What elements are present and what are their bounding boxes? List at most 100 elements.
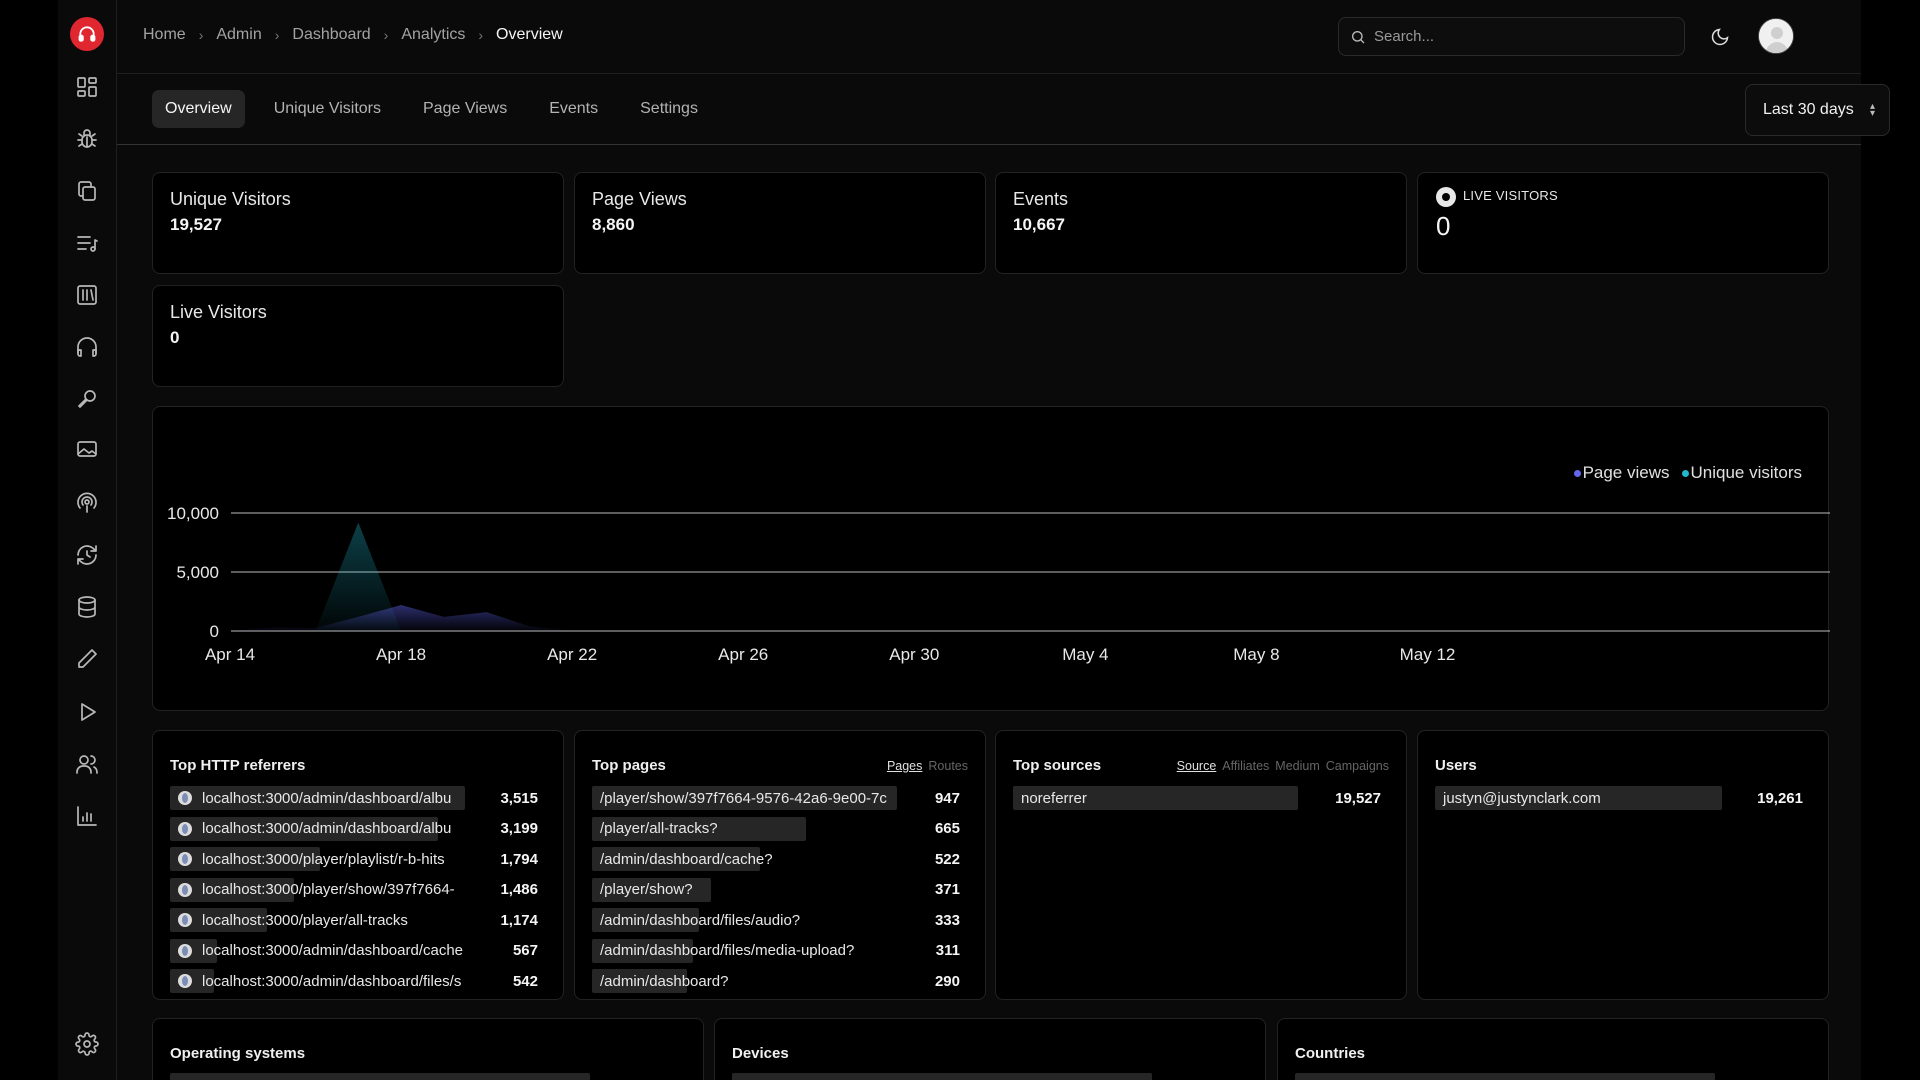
breadcrumb-dashboard[interactable]: Dashboard <box>292 26 370 44</box>
library-icon[interactable] <box>72 280 102 310</box>
breadcrumb-admin[interactable]: Admin <box>216 26 261 44</box>
chevron-right-icon: › <box>198 27 204 43</box>
list-item[interactable]: localhost:3000/player/playlist/r-b-hits 1… <box>170 844 546 875</box>
list-item[interactable]: /player/show? 371 <box>592 875 968 906</box>
list-item-label: localhost:3000/admin/dashboard/files/s <box>170 973 461 990</box>
list-item[interactable]: localhost:3000/admin/dashboard/albu 3,199 <box>170 814 546 845</box>
date-range-value: Last 30 days <box>1763 101 1854 118</box>
card-title: Top sources <box>1013 757 1102 774</box>
list-item-label: localhost:3000/player/all-tracks <box>170 912 408 929</box>
list-item[interactable]: localhost:3000/player/all-tracks 1,174 <box>170 905 546 936</box>
database-icon[interactable] <box>72 592 102 622</box>
breadcrumb-analytics[interactable]: Analytics <box>401 26 465 44</box>
tab-campaigns[interactable]: Campaigns <box>1326 759 1389 773</box>
headphones-logo-icon[interactable] <box>70 17 104 51</box>
breadcrumb-home[interactable]: Home <box>143 26 186 44</box>
tab-source[interactable]: Source <box>1177 759 1217 773</box>
list-item-count: 522 <box>934 850 960 868</box>
tab-routes[interactable]: Routes <box>928 759 968 773</box>
devices-card: Devices <box>714 1018 1266 1080</box>
list-item[interactable]: localhost:3000/admin/dashboard/cache 567 <box>170 936 546 967</box>
copy-icon[interactable] <box>72 176 102 206</box>
image-icon[interactable] <box>72 434 102 464</box>
bug-icon[interactable] <box>72 124 102 154</box>
list-item-text: localhost:3000/admin/dashboard/files/s <box>202 972 462 990</box>
play-icon[interactable] <box>72 697 102 727</box>
list-item[interactable]: /admin/dashboard? 290 <box>592 966 968 997</box>
playlist-icon[interactable] <box>72 228 102 258</box>
chevron-up-down-icon: ▴ ▾ <box>1869 101 1875 119</box>
search-box[interactable] <box>1338 17 1685 56</box>
globe-icon <box>178 974 192 989</box>
tab-affiliates[interactable]: Affiliates <box>1222 759 1269 773</box>
list-item-text: localhost:3000/admin/dashboard/albu <box>202 820 452 838</box>
refresh-icon[interactable] <box>72 540 102 570</box>
list-item-count: 19,527 <box>1335 789 1381 807</box>
pencil-icon[interactable] <box>72 644 102 674</box>
traffic-area-chart: 10,000 5,000 0 Apr 14 Apr 18 Apr 22 Apr 26 Apr … <box>167 504 1830 664</box>
date-range-select[interactable]: Last 30 days ▴ ▾ <box>1745 84 1890 136</box>
podcast-icon[interactable] <box>72 488 102 518</box>
bar-chart-icon[interactable] <box>72 801 102 831</box>
list-item[interactable]: /player/all-tracks? 665 <box>592 814 968 845</box>
tab-overview[interactable]: Overview <box>152 90 245 128</box>
list-item[interactable]: localhost:3000/admin/dashboard/files/s 54… <box>170 966 546 997</box>
card-title: Top pages <box>592 757 666 774</box>
microphone-icon[interactable] <box>72 384 102 414</box>
list-item-text: localhost:3000/player/show/397f7664- <box>202 881 455 899</box>
stat-card-live-visitors: Live Visitors 0 <box>152 285 564 387</box>
card-title: Users <box>1435 757 1477 774</box>
list-item[interactable]: localhost:3000/admin/dashboard/albu 3,515 <box>170 783 546 814</box>
list-item-label: /admin/dashboard/files/audio? <box>592 912 800 929</box>
search-icon <box>1352 30 1365 43</box>
list-item-text: /admin/dashboard/files/audio? <box>600 911 801 929</box>
theme-toggle-button[interactable] <box>1707 24 1733 50</box>
tab-page-views[interactable]: Page Views <box>410 90 520 128</box>
settings-gear-icon[interactable] <box>72 1029 102 1059</box>
dashboard-grid-icon[interactable] <box>72 72 102 102</box>
list-item-text: /player/all-tracks? <box>600 820 718 838</box>
list-item-label: /player/show/397f7664-9576-42a6-9e00-7c <box>592 790 887 807</box>
stat-card-events: Events 10,667 <box>995 172 1407 274</box>
list-item[interactable]: noreferrer 19,527 <box>1013 783 1389 814</box>
list-item[interactable]: /admin/dashboard/files/media-upload? 311 <box>592 936 968 967</box>
area-series-page-views <box>230 605 1556 631</box>
list-item-label: justyn@justynclark.com <box>1435 790 1601 807</box>
list-item-text: justyn@justynclark.com <box>1443 789 1601 807</box>
sidebar <box>58 0 117 1080</box>
countries-card: Countries <box>1277 1018 1829 1080</box>
tabs: Overview Unique Visitors Page Views Even… <box>152 90 719 128</box>
list-item-label: /admin/dashboard? <box>592 973 728 990</box>
list-item[interactable]: /admin/dashboard/files/audio? 333 <box>592 905 968 936</box>
users-icon[interactable] <box>72 749 102 779</box>
globe-icon <box>178 913 192 928</box>
search-input[interactable] <box>1374 28 1674 45</box>
stat-label: Unique Visitors <box>170 189 291 209</box>
list-item-count: 3,515 <box>500 789 538 807</box>
topbar: Home › Admin › Dashboard › Analytics › O… <box>117 0 1861 74</box>
avatar[interactable] <box>1758 18 1794 54</box>
list-item[interactable]: /admin/dashboard/cache? 522 <box>592 844 968 875</box>
list-item[interactable]: justyn@justynclark.com 19,261 <box>1435 783 1811 814</box>
x-tick-label: Apr 18 <box>376 645 426 664</box>
headphones-icon[interactable] <box>72 332 102 362</box>
list-item-label: localhost:3000/admin/dashboard/albu <box>170 790 451 807</box>
stat-value: 19,527 <box>170 215 222 234</box>
tab-events[interactable]: Events <box>536 90 611 128</box>
top-sources-card: Top sources Source Affiliates Medium Cam… <box>995 730 1407 1000</box>
stat-value: 0 <box>170 328 180 347</box>
breadcrumb-overview: Overview <box>496 26 563 43</box>
tab-settings[interactable]: Settings <box>627 90 711 128</box>
tab-unique-visitors[interactable]: Unique Visitors <box>261 90 394 128</box>
list-item[interactable]: localhost:3000/player/show/397f7664- 1,48… <box>170 875 546 906</box>
breadcrumb: Home › Admin › Dashboard › Analytics › O… <box>143 26 563 44</box>
list-item-count: 1,486 <box>500 881 538 899</box>
list-item-text: localhost:3000/player/all-tracks <box>202 911 408 929</box>
tab-pages[interactable]: Pages <box>887 759 922 773</box>
list-item[interactable]: /player/show/397f7664-9576-42a6-9e00-7c 9… <box>592 783 968 814</box>
tab-medium[interactable]: Medium <box>1275 759 1319 773</box>
globe-icon <box>178 852 192 867</box>
app-window: Home › Admin › Dashboard › Analytics › O… <box>58 0 1890 1080</box>
list-item-label: localhost:3000/admin/dashboard/albu <box>170 820 451 837</box>
sources-list: noreferrer 19,527 <box>1013 783 1389 814</box>
